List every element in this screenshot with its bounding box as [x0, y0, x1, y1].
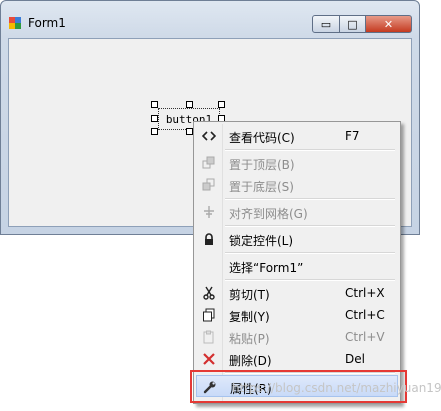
- menu-item-label: 剪切(T): [229, 288, 270, 302]
- send-to-back-icon: [201, 177, 217, 193]
- menu-item-label: 删除(D): [229, 354, 272, 368]
- delete-x-icon: [201, 351, 217, 367]
- menu-item-label: 粘贴(P): [229, 332, 270, 346]
- scissors-icon: [201, 285, 217, 301]
- lock-icon: [201, 231, 217, 247]
- resize-handle[interactable]: [151, 101, 158, 108]
- bring-to-front-icon: [201, 155, 217, 171]
- maximize-icon: □: [347, 17, 358, 31]
- maximize-button[interactable]: □: [339, 15, 366, 33]
- menu-item-shortcut: F7: [345, 129, 360, 143]
- menu-item-label: 对齐到网格(G): [229, 207, 308, 221]
- menu-item-shortcut: Ctrl+C: [345, 308, 385, 322]
- close-icon: ✕: [383, 17, 394, 31]
- form-app-icon: [9, 17, 22, 30]
- resize-handle[interactable]: [186, 101, 193, 108]
- menu-item-label: 置于顶层(B): [229, 158, 295, 172]
- menu-item-label: 查看代码(C): [229, 131, 295, 145]
- menu-item-view-code[interactable]: 查看代码(C) F7: [196, 125, 398, 147]
- menu-item-lock-controls[interactable]: 锁定控件(L): [196, 228, 398, 250]
- minimize-button[interactable]: ▭: [312, 15, 340, 33]
- menu-item-delete[interactable]: 删除(D) Del: [196, 348, 398, 370]
- menu-item-label: 置于底层(S): [229, 180, 294, 194]
- menu-item-send-to-back[interactable]: 置于底层(S): [196, 174, 398, 196]
- menu-item-label: 选择“Form1”: [229, 261, 304, 275]
- menu-item-shortcut: Ctrl+V: [345, 330, 385, 344]
- code-brackets-icon: [201, 128, 217, 144]
- menu-separator: [225, 279, 395, 281]
- window-title: Form1: [28, 16, 66, 30]
- menu-item-label: 锁定控件(L): [229, 234, 294, 248]
- menu-item-cut[interactable]: 剪切(T) Ctrl+X: [196, 282, 398, 304]
- menu-item-copy[interactable]: 复制(Y) Ctrl+C: [196, 304, 398, 326]
- watermark-text: https://blog.csdn.net/mazhiyuan1981: [232, 381, 441, 395]
- minimize-icon: ▭: [320, 17, 332, 31]
- paste-icon: [201, 329, 217, 345]
- menu-item-paste[interactable]: 粘贴(P) Ctrl+V: [196, 326, 398, 348]
- menu-separator: [225, 225, 395, 227]
- resize-handle[interactable]: [218, 101, 225, 108]
- resize-handle[interactable]: [186, 128, 193, 135]
- resize-handle[interactable]: [151, 128, 158, 135]
- title-bar[interactable]: Form1 ▭ □ ✕: [1, 1, 419, 35]
- copy-icon: [201, 307, 217, 323]
- menu-item-shortcut: Del: [345, 352, 365, 366]
- menu-separator: [225, 252, 395, 254]
- context-menu: 查看代码(C) F7 置于顶层(B) 置于底层(S) 对齐到网格(G) 锁定控件…: [193, 121, 401, 404]
- resize-handle[interactable]: [151, 115, 158, 122]
- close-button[interactable]: ✕: [365, 15, 412, 33]
- menu-item-label: 复制(Y): [229, 310, 270, 324]
- menu-item-shortcut: Ctrl+X: [345, 286, 385, 300]
- menu-item-bring-to-front[interactable]: 置于顶层(B): [196, 152, 398, 174]
- menu-separator: [225, 149, 395, 151]
- align-grid-icon: [201, 204, 217, 220]
- menu-separator: [225, 198, 395, 200]
- menu-item-align-to-grid[interactable]: 对齐到网格(G): [196, 201, 398, 223]
- menu-item-select-form1[interactable]: 选择“Form1”: [196, 255, 398, 277]
